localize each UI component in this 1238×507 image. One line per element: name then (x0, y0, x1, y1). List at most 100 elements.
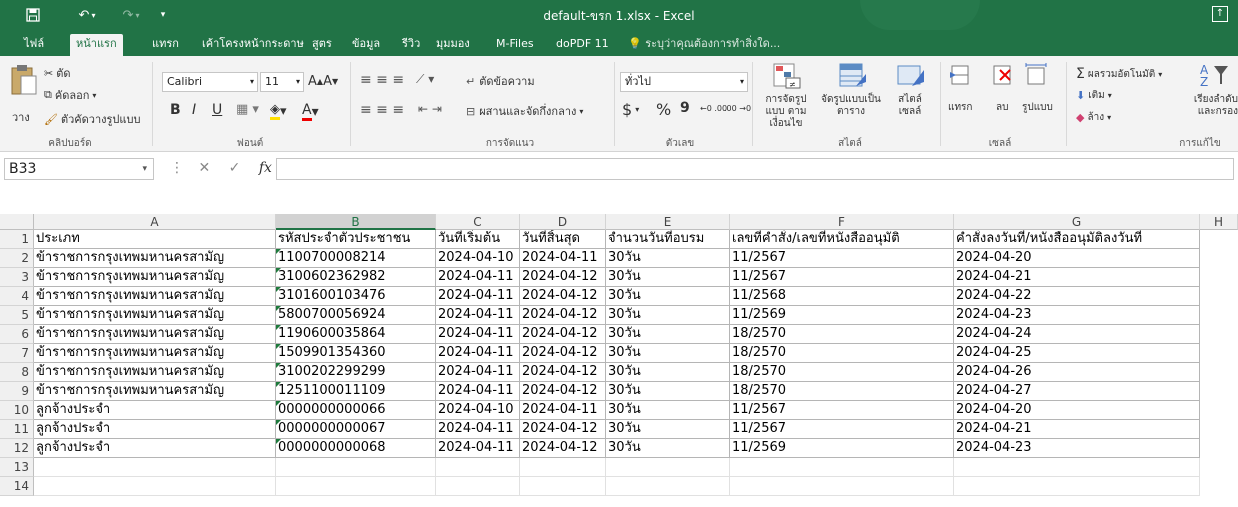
cell-a14[interactable] (34, 477, 276, 496)
conditional-formatting-button[interactable]: การจัดรูปแบบ ตามเงื่อนไข (756, 94, 816, 130)
format-as-table-icon[interactable] (838, 62, 868, 93)
cell-b10[interactable]: 0000000000066 (276, 401, 436, 420)
cell-c7[interactable]: 2024-04-11 (436, 344, 520, 363)
cell-c13[interactable] (436, 458, 520, 477)
cell-e2[interactable]: 30วัน (606, 249, 730, 268)
number-format-select[interactable]: ทั่วไป ▾ (620, 72, 748, 92)
cell-c10[interactable]: 2024-04-10 (436, 401, 520, 420)
cell-g11[interactable]: 2024-04-21 (954, 420, 1200, 439)
cell-f11[interactable]: 11/2567 (730, 420, 954, 439)
clear-button[interactable]: ◆ ล้าง ▾ (1076, 110, 1111, 125)
cell-g2[interactable]: 2024-04-20 (954, 249, 1200, 268)
cell-d5[interactable]: 2024-04-12 (520, 306, 606, 325)
cell-d11[interactable]: 2024-04-12 (520, 420, 606, 439)
cell-g1[interactable]: คำสั่งลงวันที่/หนังสืออนุมัติลงวันที่ (954, 230, 1200, 249)
cell-g10[interactable]: 2024-04-20 (954, 401, 1200, 420)
tab-dopdf[interactable]: doPDF 11 (550, 35, 615, 56)
row-header[interactable]: 3 (0, 268, 34, 287)
cell-c12[interactable]: 2024-04-11 (436, 439, 520, 458)
delete-cells-button[interactable]: ลบ (996, 100, 1008, 115)
cut-button[interactable]: ✂ ตัด (44, 64, 71, 82)
comma-button[interactable]: 9 (680, 100, 690, 116)
tab-page-layout[interactable]: เค้าโครงหน้ากระดาษ (196, 35, 310, 56)
cell-b2[interactable]: 1100700008214 (276, 249, 436, 268)
cell-b6[interactable]: 1190600035864 (276, 325, 436, 344)
row-header[interactable]: 4 (0, 287, 34, 306)
cell-f3[interactable]: 11/2567 (730, 268, 954, 287)
fill-button[interactable]: ⬇ เติม ▾ (1076, 88, 1112, 103)
bold-button[interactable]: B (170, 102, 181, 118)
cell-d13[interactable] (520, 458, 606, 477)
tab-formulas[interactable]: สูตร (306, 35, 338, 56)
cell-f12[interactable]: 11/2569 (730, 439, 954, 458)
cell-e8[interactable]: 30วัน (606, 363, 730, 382)
percent-button[interactable]: % (656, 100, 671, 119)
tab-review[interactable]: รีวิว (396, 35, 426, 56)
autosum-button[interactable]: Σ ผลรวมอัตโนมัติ ▾ (1076, 66, 1162, 82)
cell-d14[interactable] (520, 477, 606, 496)
cell-c14[interactable] (436, 477, 520, 496)
cell-b12[interactable]: 0000000000068 (276, 439, 436, 458)
cell-c3[interactable]: 2024-04-11 (436, 268, 520, 287)
tab-data[interactable]: ข้อมูล (346, 35, 386, 56)
row-header[interactable]: 11 (0, 420, 34, 439)
grow-font-icon[interactable]: A ▲ A ▼ (308, 74, 338, 89)
cell-a7[interactable]: ข้าราชการกรุงเทพมหานครสามัญ (34, 344, 276, 363)
tab-m-files[interactable]: M-Files (490, 35, 540, 56)
cell-f8[interactable]: 18/2570 (730, 363, 954, 382)
cell-f4[interactable]: 11/2568 (730, 287, 954, 306)
cell-f2[interactable]: 11/2567 (730, 249, 954, 268)
column-header-d[interactable]: D (520, 214, 606, 230)
row-header[interactable]: 10 (0, 401, 34, 420)
cancel-icon[interactable]: ✕ (198, 160, 210, 176)
cell-e4[interactable]: 30วัน (606, 287, 730, 306)
insert-cells-icon[interactable] (948, 62, 972, 91)
row-header[interactable]: 6 (0, 325, 34, 344)
cell-b5[interactable]: 5800700056924 (276, 306, 436, 325)
cell-g9[interactable]: 2024-04-27 (954, 382, 1200, 401)
format-as-table-button[interactable]: จัดรูปแบบเป็น ตาราง (820, 94, 882, 118)
cell-d9[interactable]: 2024-04-12 (520, 382, 606, 401)
cell-a11[interactable]: ลูกจ้างประจำ (34, 420, 276, 439)
cell-d10[interactable]: 2024-04-11 (520, 401, 606, 420)
cell-f7[interactable]: 18/2570 (730, 344, 954, 363)
cell-g8[interactable]: 2024-04-26 (954, 363, 1200, 382)
underline-button[interactable]: U (212, 102, 222, 118)
cell-b3[interactable]: 3100602362982 (276, 268, 436, 287)
cell-d1[interactable]: วันที่สิ้นสุด (520, 230, 606, 249)
cell-b9[interactable]: 1251100011109 (276, 382, 436, 401)
cell-e12[interactable]: 30วัน (606, 439, 730, 458)
cell-styles-icon[interactable] (896, 62, 926, 93)
row-header[interactable]: 8 (0, 363, 34, 382)
cell-g4[interactable]: 2024-04-22 (954, 287, 1200, 306)
cell-c5[interactable]: 2024-04-11 (436, 306, 520, 325)
cell-a6[interactable]: ข้าราชการกรุงเทพมหานครสามัญ (34, 325, 276, 344)
cell-e3[interactable]: 30วัน (606, 268, 730, 287)
cell-a9[interactable]: ข้าราชการกรุงเทพมหานครสามัญ (34, 382, 276, 401)
cell-a2[interactable]: ข้าราชการกรุงเทพมหานครสามัญ (34, 249, 276, 268)
cell-e13[interactable] (606, 458, 730, 477)
column-header-g[interactable]: G (954, 214, 1200, 230)
cell-f9[interactable]: 18/2570 (730, 382, 954, 401)
font-size-select[interactable]: 11 ▾ (260, 72, 304, 92)
tell-me-box[interactable]: 💡 ระบุว่าคุณต้องการทำสิ่งใด... (628, 35, 780, 52)
column-header-h[interactable]: H (1200, 214, 1238, 230)
row-header[interactable]: 13 (0, 458, 34, 477)
insert-cells-button[interactable]: แทรก (948, 100, 972, 115)
cell-c9[interactable]: 2024-04-11 (436, 382, 520, 401)
currency-button[interactable]: $ ▾ (622, 100, 639, 119)
decrease-decimal-button[interactable]: .00 →0 (724, 104, 751, 113)
cell-c6[interactable]: 2024-04-11 (436, 325, 520, 344)
cell-a10[interactable]: ลูกจ้างประจำ (34, 401, 276, 420)
cell-e10[interactable]: 30วัน (606, 401, 730, 420)
cell-d8[interactable]: 2024-04-12 (520, 363, 606, 382)
cell-e6[interactable]: 30วัน (606, 325, 730, 344)
cell-e1[interactable]: จำนวนวันที่อบรม (606, 230, 730, 249)
row-header[interactable]: 12 (0, 439, 34, 458)
cell-styles-button[interactable]: สไตล์ เซลล์ (890, 94, 930, 118)
cell-b11[interactable]: 0000000000067 (276, 420, 436, 439)
merge-center-button[interactable]: ⊟ ผสานและจัดกึ่งกลาง ▾ (466, 102, 583, 120)
select-all-corner[interactable] (0, 214, 34, 230)
cell-f14[interactable] (730, 477, 954, 496)
format-painter-button[interactable]: 🖌 ตัวคัดวางรูปแบบ (44, 110, 140, 128)
